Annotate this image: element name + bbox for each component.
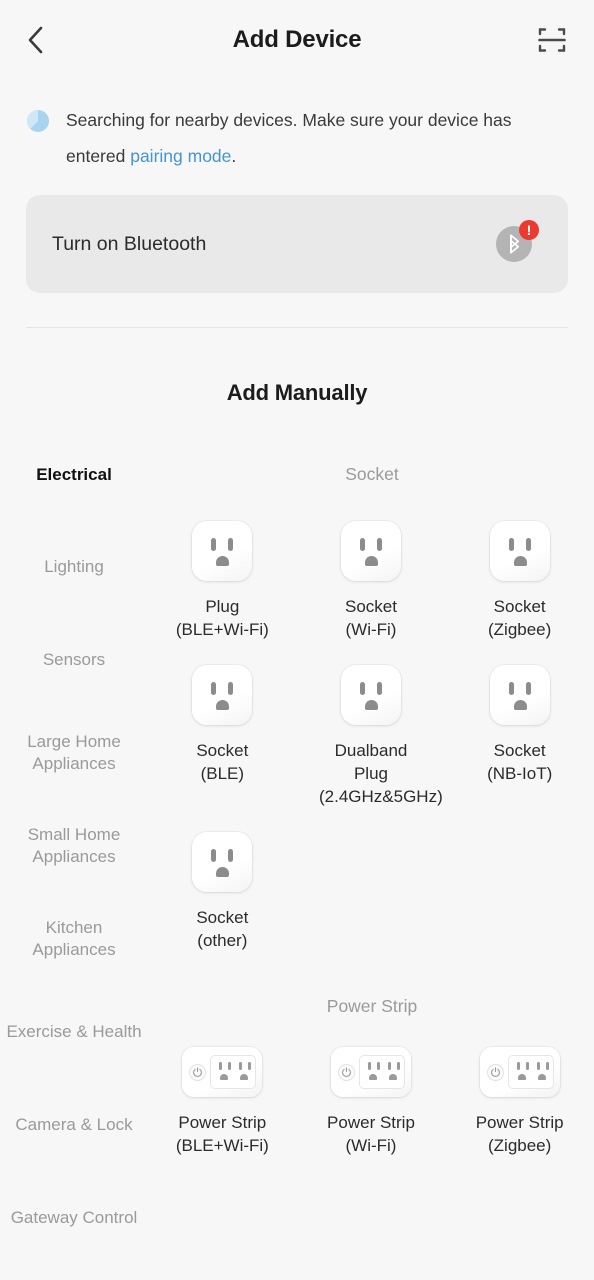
socket-icon [192,832,253,892]
device-tile[interactable]: Socket (NB-IoT) [445,665,594,808]
category-sidebar: Electrical Lighting Sensors Large Home A… [0,458,148,1278]
device-tile-label: Socket (Wi-Fi) [345,597,397,639]
power-strip-device-grid: Power Strip (BLE+Wi-Fi) Power Strip (Wi-… [148,1047,594,1157]
sidebar-item-electrical[interactable]: Electrical [0,464,148,520]
device-tile-label: Power Strip (BLE+Wi-Fi) [175,1113,269,1155]
bluetooth-status-indicator: ! [496,220,539,262]
device-tile[interactable]: Power Strip (Zigbee) [445,1047,594,1157]
power-button-icon [486,1063,504,1081]
device-tile-label: Socket (BLE) [196,741,249,783]
pairing-mode-link[interactable]: pairing mode [130,146,231,166]
device-tile[interactable]: Power Strip (BLE+Wi-Fi) [148,1047,297,1157]
device-tile[interactable]: Dualband Plug (2.4GHz&5GHz) [297,665,446,808]
chevron-left-icon [26,24,46,56]
add-manually-title: Add Manually [226,380,368,405]
sidebar-item-label: Kitchen Appliances [32,917,116,959]
device-tile[interactable]: Socket (BLE) [148,665,297,808]
device-tile[interactable]: Socket (Wi-Fi) [297,521,446,641]
power-strip-outlets [508,1056,553,1088]
sidebar-item-gateway-control[interactable]: Gateway Control [0,1171,148,1264]
socket-icon [489,521,550,581]
sidebar-item-sensors[interactable]: Sensors [0,613,148,706]
power-strip-outlets [211,1056,256,1088]
sidebar-item-label: Electrical [36,465,112,484]
socket-icon [489,665,550,725]
power-button-icon [189,1063,207,1081]
device-tile-label: Plug (BLE+Wi-Fi) [175,597,269,639]
search-status-text-after: . [231,146,237,166]
group-title-power-strip: Power Strip [326,996,418,1016]
sidebar-item-label: Gateway Control [10,1207,138,1227]
device-tile-label: Dualband Plug (2.4GHz&5GHz) [318,741,443,806]
search-status-text: Searching for nearby devices. Make sure … [66,102,546,174]
device-tile-label: Power Strip (Wi-Fi) [327,1113,415,1155]
power-strip-icon [182,1047,263,1097]
sidebar-item-label: Camera & Lock [15,1114,133,1134]
device-tile-label: Socket (other) [196,908,249,950]
scan-qr-icon [537,25,567,55]
group-title-socket: Socket [345,464,399,484]
sidebar-item-label: Large Home Appliances [27,731,121,773]
sidebar-item-exercise-health[interactable]: Exercise & Health [0,985,148,1078]
device-tile-label: Socket (Zigbee) [488,597,552,639]
power-strip-icon [479,1047,560,1097]
manual-add-content: Electrical Lighting Sensors Large Home A… [0,458,594,1278]
turn-on-bluetooth-banner[interactable]: Turn on Bluetooth ! [26,195,568,293]
device-tile[interactable]: Socket (Zigbee) [445,521,594,641]
power-button-icon [337,1063,355,1081]
sidebar-item-label: Lighting [44,556,104,576]
device-tile-label: Power Strip (Zigbee) [475,1113,564,1155]
sidebar-item-small-home-appliances[interactable]: Small Home Appliances [0,799,148,892]
socket-icon [340,665,401,725]
page-title: Add Device [232,26,362,53]
device-tile[interactable]: Power Strip (Wi-Fi) [297,1047,446,1157]
sidebar-item-label: Small Home Appliances [27,824,121,866]
socket-icon [192,665,253,725]
scan-qr-button[interactable] [532,20,572,60]
sidebar-item-lighting[interactable]: Lighting [0,520,148,613]
bluetooth-banner-label: Turn on Bluetooth [52,232,207,255]
power-strip-outlets [359,1056,404,1088]
device-tile[interactable]: Socket (other) [148,832,297,952]
search-status-row: Searching for nearby devices. Make sure … [0,80,594,174]
device-tile[interactable]: Plug (BLE+Wi-Fi) [148,521,297,641]
sidebar-item-large-home-appliances[interactable]: Large Home Appliances [0,706,148,799]
power-strip-icon [330,1047,411,1097]
app-header: Add Device [0,0,594,80]
sidebar-item-label: Exercise & Health [6,1021,142,1041]
bluetooth-warning-badge: ! [519,220,539,240]
sidebar-item-camera-lock[interactable]: Camera & Lock [0,1078,148,1171]
sidebar-item-label: Sensors [42,649,106,669]
sidebar-item-kitchen-appliances[interactable]: Kitchen Appliances [0,892,148,985]
device-panel: Socket Plug (BLE+Wi-Fi) Socket (Wi-Fi) S… [148,458,594,1278]
back-button[interactable] [16,20,56,60]
socket-icon [340,521,401,581]
socket-icon [192,521,253,581]
loading-spinner-icon [26,109,50,133]
socket-device-grid: Plug (BLE+Wi-Fi) Socket (Wi-Fi) Socket (… [148,521,594,952]
device-tile-label: Socket (NB-IoT) [487,741,553,783]
